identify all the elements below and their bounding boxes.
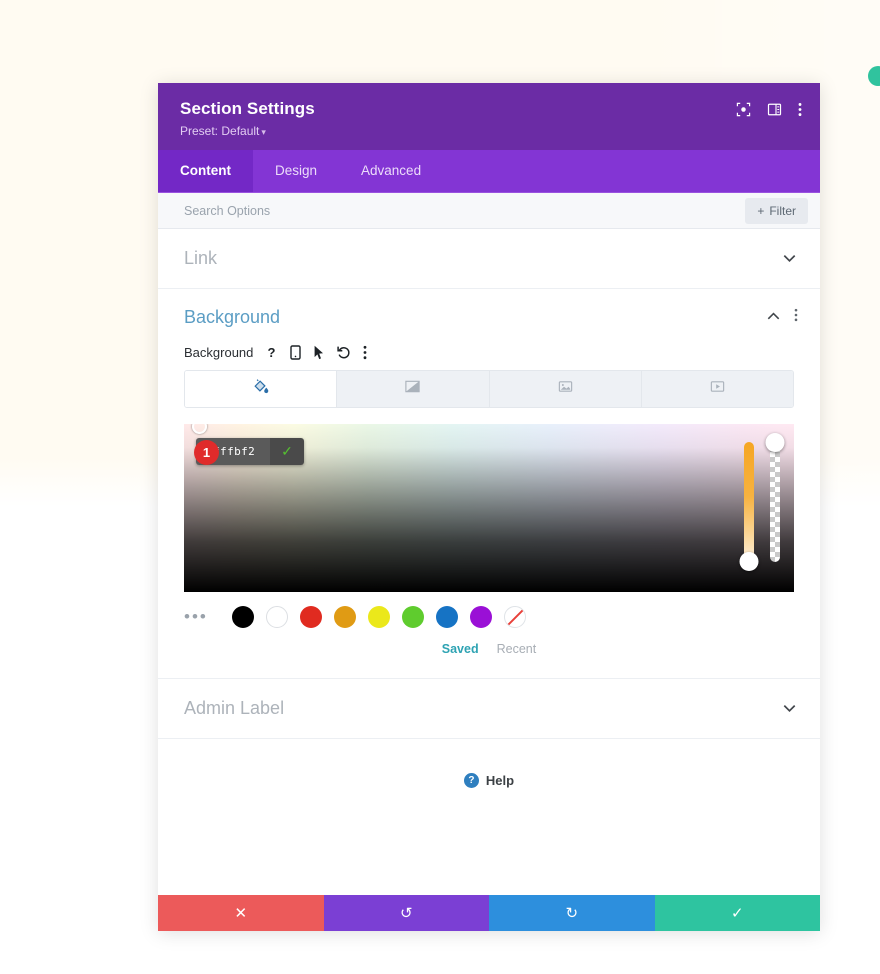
accordion-admin-label-label: Admin Label <box>184 698 285 718</box>
section-background-header[interactable]: Background <box>158 289 820 345</box>
swatch-yellow[interactable] <box>368 606 390 628</box>
swatch-tab-saved[interactable]: Saved <box>442 642 479 656</box>
background-image-tab[interactable] <box>489 371 642 407</box>
tab-advanced[interactable]: Advanced <box>339 150 443 192</box>
responsive-mobile-icon[interactable] <box>290 345 302 360</box>
redo-icon: ↻ <box>565 905 579 922</box>
background-video-tab[interactable] <box>641 371 793 407</box>
background-field-label-row: Background ? <box>158 345 820 360</box>
section-more-icon[interactable] <box>794 308 798 327</box>
close-icon: ✕ <box>234 905 248 922</box>
swatch-black[interactable] <box>232 606 254 628</box>
help-label: Help <box>485 773 515 788</box>
modal-header: Section Settings Preset: Default ▾ <box>158 83 820 150</box>
swatch-white[interactable] <box>266 606 288 628</box>
modal-footer: ✕ ↺ ↻ ✓ <box>158 895 820 931</box>
tab-content[interactable]: Content <box>158 150 253 192</box>
confirm-check-icon[interactable]: ✓ <box>270 438 304 465</box>
color-slider-group <box>739 433 785 571</box>
more-vertical-icon[interactable] <box>798 102 802 117</box>
help-icon[interactable]: ? <box>265 345 278 360</box>
help-icon: ? <box>463 773 479 788</box>
undo-icon: ↺ <box>399 905 413 922</box>
alpha-slider-handle[interactable] <box>765 433 785 452</box>
video-icon <box>709 378 726 400</box>
background-color-tab[interactable] <box>185 371 338 407</box>
image-icon <box>557 378 574 400</box>
background-gradient-tab[interactable] <box>337 371 490 407</box>
chevron-down-icon <box>783 701 796 716</box>
help-link[interactable]: ? Help <box>158 739 820 788</box>
search-input[interactable] <box>184 203 746 218</box>
search-options-bar: + Filter <box>158 193 820 229</box>
background-field-label: Background <box>184 345 254 360</box>
filter-label: Filter <box>769 203 796 218</box>
preset-selector[interactable]: Preset: Default ▾ <box>180 124 798 138</box>
modal-tab-bar: Content Design Advanced <box>158 150 820 193</box>
reset-undo-icon[interactable] <box>337 345 351 360</box>
swatch-green[interactable] <box>402 606 424 628</box>
chevron-down-icon <box>783 251 796 266</box>
chevron-down-icon: ▾ <box>261 127 266 137</box>
svg-text:?: ? <box>268 345 276 360</box>
chevron-up-icon[interactable] <box>767 308 780 326</box>
tab-design[interactable]: Design <box>253 150 339 192</box>
more-options-icon[interactable] <box>363 345 367 360</box>
section-background: Background Background ? #fffbf2 ✓ 1 ••• … <box>158 289 820 679</box>
save-button[interactable]: ✓ <box>654 895 820 931</box>
section-settings-modal: Section Settings Preset: Default ▾ Conte… <box>158 83 820 931</box>
swatch-transparent[interactable] <box>504 606 526 628</box>
hue-slider-handle[interactable] <box>739 552 759 571</box>
cancel-button[interactable]: ✕ <box>158 895 324 931</box>
color-picker: #fffbf2 ✓ 1 <box>184 424 794 592</box>
layout-panel-icon[interactable] <box>767 102 782 117</box>
more-swatches-icon[interactable]: ••• <box>184 607 220 627</box>
settings-body: Link Background Background ? #fffbf2 ✓ 1… <box>158 229 820 895</box>
plus-icon: + <box>757 203 765 218</box>
accordion-admin-label[interactable]: Admin Label <box>158 679 820 739</box>
accordion-link-label: Link <box>184 248 218 268</box>
swatch-tab-recent[interactable]: Recent <box>497 642 537 656</box>
preset-label: Preset: Default <box>180 124 260 138</box>
swatch-blue[interactable] <box>436 606 458 628</box>
focus-icon[interactable] <box>736 102 751 117</box>
check-icon: ✓ <box>730 905 744 922</box>
swatch-tab-group: Saved Recent <box>158 642 820 656</box>
color-picker-handle[interactable] <box>192 424 207 434</box>
page-title: Section Settings <box>180 99 315 118</box>
gradient-icon <box>404 378 421 400</box>
color-swatch-row: ••• <box>184 606 794 628</box>
paint-bucket-icon <box>252 378 269 400</box>
filter-button[interactable]: + Filter <box>745 197 808 224</box>
swatch-purple[interactable] <box>470 606 492 628</box>
swatch-orange[interactable] <box>334 606 356 628</box>
step-marker-1: 1 <box>194 440 219 465</box>
background-type-tabs <box>184 370 794 408</box>
section-background-title: Background <box>184 306 281 327</box>
redo-button[interactable]: ↻ <box>489 895 655 931</box>
undo-button[interactable]: ↺ <box>323 895 489 931</box>
hue-slider[interactable] <box>739 442 759 571</box>
swatch-red[interactable] <box>300 606 322 628</box>
header-icon-group <box>736 102 802 117</box>
hover-cursor-icon[interactable] <box>313 345 325 360</box>
alpha-slider[interactable] <box>765 433 785 562</box>
accordion-link[interactable]: Link <box>158 229 820 289</box>
